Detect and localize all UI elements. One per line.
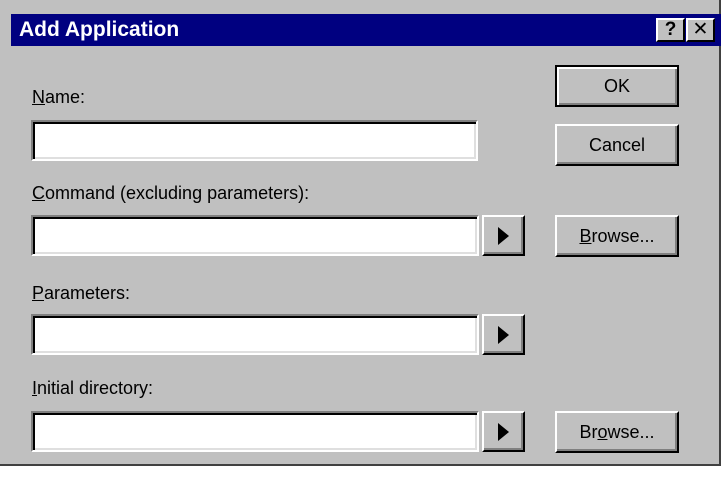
cancel-button-label: Cancel [588, 135, 646, 155]
name-input[interactable] [31, 120, 478, 161]
initial-directory-arrow-button[interactable] [482, 411, 525, 452]
close-icon: ✕ [692, 19, 709, 40]
browse-button-label: Browse... [579, 226, 655, 246]
command-arrow-button[interactable] [482, 215, 525, 256]
initial-directory-input[interactable] [31, 411, 479, 452]
close-button[interactable]: ✕ [686, 18, 715, 42]
initial-directory-label: Initial directory: [32, 378, 154, 398]
command-label: Command (excluding parameters): [32, 183, 310, 203]
directory-browse-button[interactable]: Browse... [555, 411, 679, 453]
ok-button[interactable]: OK [555, 65, 679, 107]
name-label: Name: [32, 87, 86, 107]
right-arrow-icon [498, 423, 509, 441]
add-application-dialog: Add Application ? ✕ Name: Command (exclu… [0, 0, 721, 466]
help-icon: ? [664, 19, 677, 40]
command-browse-button[interactable]: Browse... [555, 215, 679, 257]
parameters-input[interactable] [31, 314, 479, 355]
parameters-label: Parameters: [32, 283, 131, 303]
right-arrow-icon [498, 227, 509, 245]
dialog-title: Add Application [19, 18, 180, 41]
ok-button-label: OK [603, 76, 630, 96]
help-button[interactable]: ? [656, 18, 685, 42]
browse-button-label: Browse... [579, 422, 655, 442]
right-arrow-icon [498, 326, 509, 344]
command-input[interactable] [31, 215, 479, 256]
parameters-arrow-button[interactable] [482, 314, 525, 355]
title-bar: Add Application ? ✕ [11, 14, 721, 46]
cancel-button[interactable]: Cancel [555, 124, 679, 166]
